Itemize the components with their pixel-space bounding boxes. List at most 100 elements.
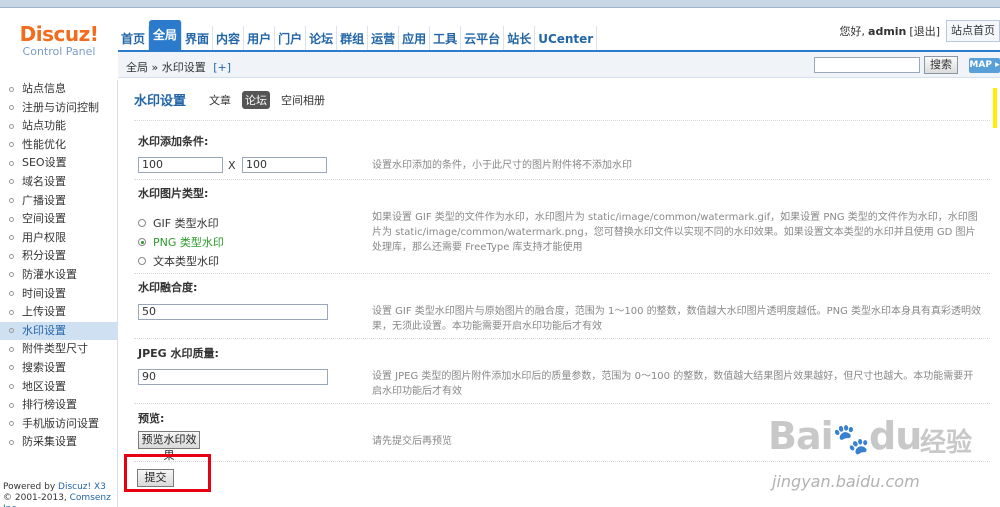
sidebar-item-17[interactable]: 排行榜设置 [0,396,117,415]
nav-item-3[interactable]: 内容 [213,26,245,50]
bullet-icon [9,384,14,389]
subtab-1[interactable]: 论坛 [242,90,271,109]
radio-label: PNG 类型水印 [153,236,224,249]
logo-subtitle: Control Panel [22,45,96,58]
bullet-icon [9,142,14,148]
sidebar-footer: Powered by Discuz! X3 © 2001-2013, Comse… [3,482,117,507]
sidebar-item-8[interactable]: 用户权限 [0,229,117,248]
condition-height-input[interactable]: 100 [242,157,327,173]
bullet-icon [9,198,14,204]
condition-label: 水印添加条件: [138,135,209,148]
sidebar-item-5[interactable]: 域名设置 [0,173,117,192]
logo[interactable]: Discuz! Control Panel [0,8,118,58]
logout-link[interactable]: [退出] [909,23,940,39]
watermark-type-option-1[interactable]: PNG 类型水印 [138,234,224,250]
preview-button[interactable]: 预览水印效果 [138,431,200,462]
bullet-icon [9,253,14,259]
watermark-type-option-2[interactable]: 文本类型水印 [138,253,219,269]
search-input[interactable] [814,57,920,73]
nav-item-12[interactable]: 站长 [504,26,536,50]
bullet-icon [9,179,14,185]
nav-item-4[interactable]: 用户 [244,26,276,50]
preview-label: 预览: [138,412,165,425]
map-button[interactable]: MAP ▸ [969,58,1000,73]
blend-input[interactable]: 50 [138,304,328,320]
sidebar-item-label: 防采集设置 [22,435,77,449]
sidebar-item-19[interactable]: 防采集设置 [0,433,117,452]
quality-tip: 设置 JPEG 类型的图片附件添加水印后的质量参数，范围为 0～100 的整数，… [372,371,974,397]
sidebar-item-12[interactable]: 上传设置 [0,303,117,322]
nav-item-7[interactable]: 群组 [337,26,369,50]
bullet-icon [9,439,14,445]
watermark-type-option-0[interactable]: GIF 类型水印 [138,215,219,231]
sidebar-item-15[interactable]: 搜索设置 [0,359,117,378]
nav-item-10[interactable]: 工具 [430,26,462,50]
sidebar-item-label: 手机版访问设置 [22,416,99,430]
radio-icon[interactable] [138,219,146,227]
sidebar-item-6[interactable]: 广播设置 [0,192,117,211]
top-nav: 首页 全局 界面 内容 用户 门户 论坛 群组 运营 应用 工具 云平台 站长 UCenter [118,20,598,50]
sidebar-item-label: 用户权限 [22,230,66,244]
nav-item-9[interactable]: 应用 [399,26,431,50]
nav-item-1[interactable]: 全局 [149,20,183,50]
quality-input[interactable]: 90 [138,369,328,385]
sidebar-item-label: 站点功能 [22,119,66,133]
powered-link[interactable]: Discuz! X3 [58,482,106,492]
sidebar-item-2[interactable]: 站点功能 [0,117,117,136]
site-home-button[interactable]: 站点首页 [946,20,1000,42]
breadcrumb: 全局 » 水印设置 [+] [126,59,231,75]
sidebar-item-label: 时间设置 [22,286,66,300]
bullet-icon [9,235,14,241]
nav-item-2[interactable]: 界面 [182,26,214,50]
sidebar-item-18[interactable]: 手机版访问设置 [0,415,117,434]
username: admin [868,24,907,38]
sidebar-item-13[interactable]: 水印设置 [0,321,117,341]
nav-item-0[interactable]: 首页 [118,26,150,50]
sidebar-item-label: SEO设置 [22,156,67,170]
watermark-cn: 经验 [920,428,973,458]
nav-item-8[interactable]: 运营 [368,26,400,50]
sidebar-item-11[interactable]: 时间设置 [0,285,117,304]
baidu-watermark: Bai🐾du 经验 jingyan.baidu.com [768,410,1000,507]
condition-width-input[interactable]: 100 [138,157,223,173]
sidebar-item-10[interactable]: 防灌水设置 [0,266,117,285]
quality-label: JPEG 水印质量: [138,347,219,360]
bullet-icon [9,105,14,111]
nav-item-11[interactable]: 云平台 [461,26,505,50]
copyright-text: © 2001-2013, [3,493,70,503]
sidebar-item-16[interactable]: 地区设置 [0,378,117,397]
times-sign: X [228,159,236,172]
sidebar-item-4[interactable]: SEO设置 [0,154,117,173]
radio-icon[interactable] [138,257,146,265]
divider [134,179,990,180]
header: Discuz! Control Panel 首页 全局 界面 内容 用户 门户 论坛 群组 运营… [0,8,1000,58]
type-tip: 如果设置 GIF 类型的文件作为水印，水印图片为 static/image/co… [372,212,978,253]
nav-item-13[interactable]: UCenter [535,26,598,50]
sidebar-item-3[interactable]: 性能优化 [0,136,117,155]
bullet-icon [9,402,14,408]
subtab-0[interactable]: 文章 [206,91,234,109]
sidebar-item-0[interactable]: 站点信息 [0,80,117,99]
sidebar-item-9[interactable]: 积分设置 [0,247,117,266]
add-shortcut-link[interactable]: [+] [213,61,231,74]
radio-label: 文本类型水印 [153,255,219,268]
sidebar-item-14[interactable]: 附件类型尺寸 [0,340,117,359]
divider [134,273,990,274]
divider [134,403,990,404]
subtab-2[interactable]: 空间相册 [278,91,328,109]
nav-item-6[interactable]: 论坛 [306,26,338,50]
sidebar-item-label: 性能优化 [22,137,66,151]
bullet-icon [9,272,14,278]
sidebar-item-1[interactable]: 注册与访问控制 [0,99,117,118]
sidebar-item-label: 地区设置 [22,379,66,393]
breadcrumb-text: 全局 » 水印设置 [126,61,206,74]
highlight-annotation-box [124,454,211,492]
search-button[interactable]: 搜索 [924,56,958,74]
sidebar-item-label: 空间设置 [22,212,66,226]
bullet-icon [9,291,14,297]
nav-item-5[interactable]: 门户 [275,26,307,50]
sidebar-item-7[interactable]: 空间设置 [0,210,117,229]
breadcrumb-bar: 全局 » 水印设置 [+] 搜索 MAP ▸ [118,50,1000,78]
watermark-url: jingyan.baidu.com [772,472,920,491]
radio-icon[interactable] [138,238,146,246]
